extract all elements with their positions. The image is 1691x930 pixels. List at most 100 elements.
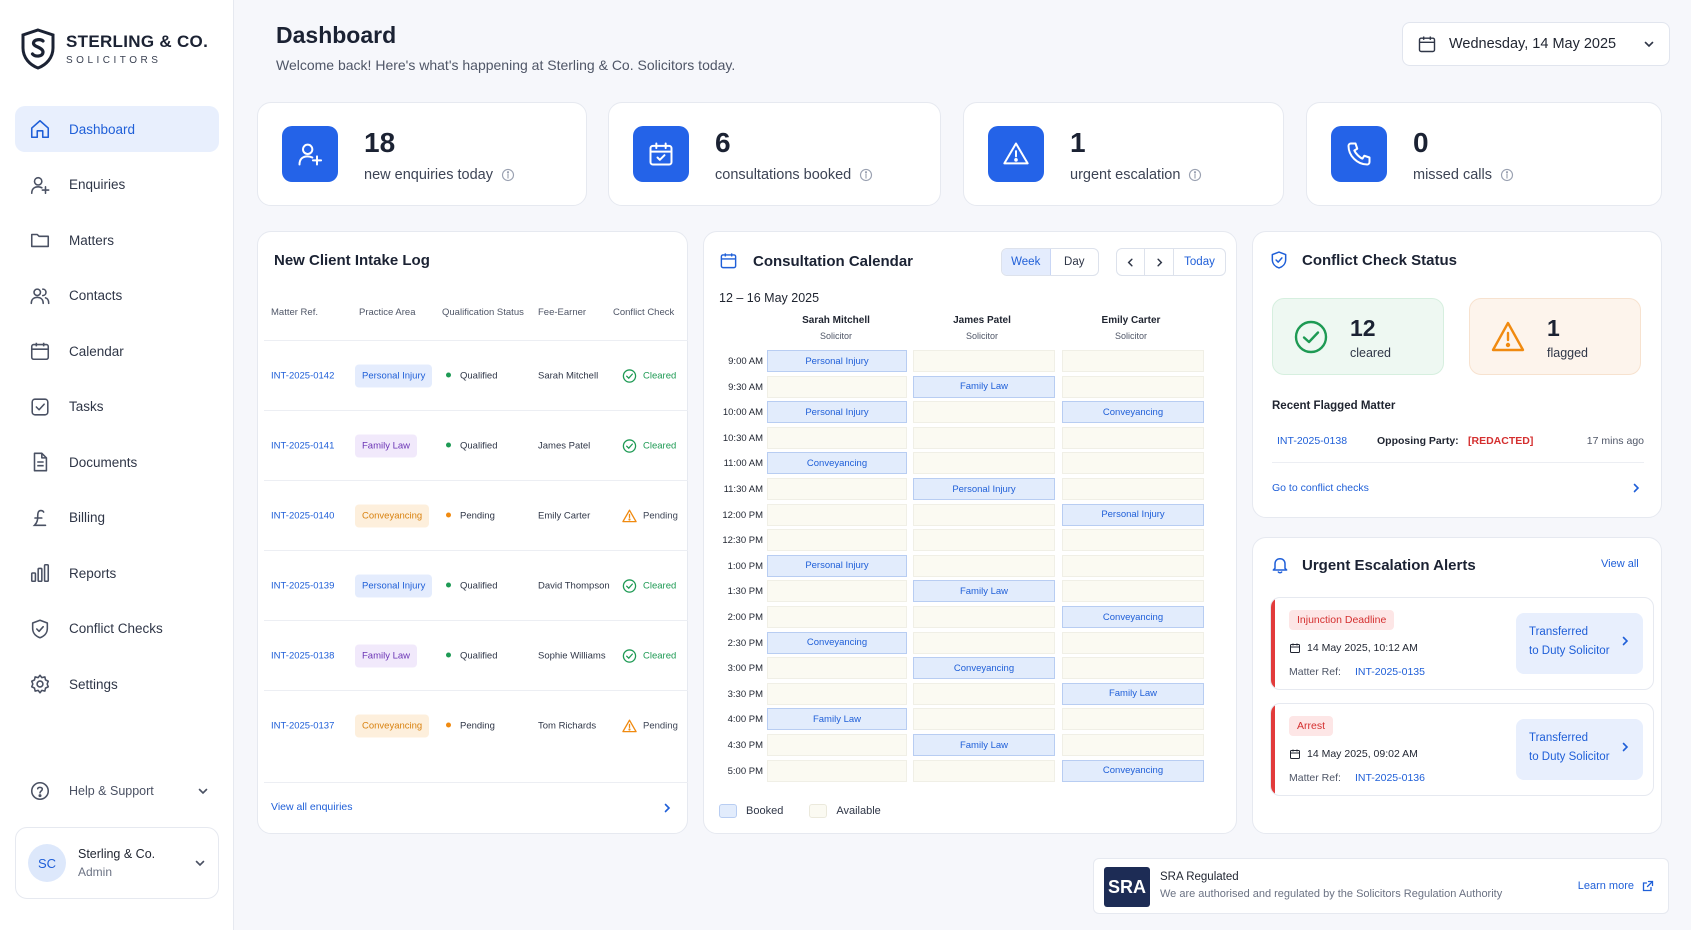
cleared-summary[interactable]: 12 cleared	[1272, 298, 1444, 375]
today-button[interactable]: Today	[1173, 249, 1225, 275]
calendar-booking[interactable]: Conveyancing	[767, 631, 907, 654]
column-header-qualification-status[interactable]: Qualification Status	[442, 307, 524, 318]
calendar-slot-available[interactable]	[913, 452, 1055, 475]
next-week-button[interactable]	[1145, 249, 1173, 275]
matter-ref-link[interactable]: INT-2025-0139	[271, 580, 334, 591]
calendar-slot-available[interactable]	[1062, 426, 1204, 449]
sidebar-item-tasks[interactable]: Tasks	[15, 384, 219, 430]
info-icon[interactable]	[859, 168, 873, 182]
calendar-slot-available[interactable]	[913, 426, 1055, 449]
calendar-slot-available[interactable]	[1062, 631, 1204, 654]
sidebar-item-matters[interactable]: Matters	[15, 217, 219, 263]
calendar-slot-available[interactable]	[767, 529, 907, 552]
help-support-menu[interactable]: Help & Support	[15, 776, 219, 806]
info-icon[interactable]	[1500, 168, 1514, 182]
sidebar-item-contacts[interactable]: Contacts	[15, 273, 219, 319]
calendar-booking[interactable]: Family Law	[1062, 682, 1204, 705]
escalation-alert-item[interactable]: Arrest 14 May 2025, 09:02 AM Matter Ref:…	[1270, 703, 1654, 796]
calendar-slot-available[interactable]	[1062, 708, 1204, 731]
calendar-slot-available[interactable]	[1062, 375, 1204, 398]
calendar-slot-available[interactable]	[913, 529, 1055, 552]
calendar-slot-available[interactable]	[913, 554, 1055, 577]
calendar-slot-available[interactable]	[913, 606, 1055, 628]
calendar-slot-available[interactable]	[913, 350, 1055, 372]
calendar-slot-available[interactable]	[1062, 554, 1204, 577]
sidebar-item-dashboard[interactable]: Dashboard	[15, 106, 219, 152]
table-row[interactable]: INT-2025-0139 Personal Injury Qualified …	[264, 550, 688, 620]
calendar-slot-available[interactable]	[1062, 350, 1204, 372]
escalation-alert-item[interactable]: Injunction Deadline 14 May 2025, 10:12 A…	[1270, 597, 1654, 690]
calendar-slot-available[interactable]	[1062, 734, 1204, 756]
transferred-status-button[interactable]: Transferred to Duty Solicitor	[1516, 613, 1643, 674]
calendar-booking[interactable]: Conveyancing	[1062, 401, 1204, 424]
view-all-enquiries-link[interactable]: View all enquiries	[271, 801, 353, 813]
sidebar-item-conflict-checks[interactable]: Conflict Checks	[15, 606, 219, 652]
calendar-booking[interactable]: Personal Injury	[913, 478, 1055, 500]
calendar-slot-available[interactable]	[1062, 580, 1204, 603]
chevron-right-icon[interactable]	[1630, 482, 1642, 494]
sidebar-item-calendar[interactable]: Calendar	[15, 328, 219, 374]
calendar-slot-available[interactable]	[1062, 657, 1204, 680]
calendar-slot-available[interactable]	[1062, 529, 1204, 552]
stat-card-escalation[interactable]: 1 urgent escalation	[963, 102, 1284, 206]
day-view-button[interactable]: Day	[1051, 249, 1099, 275]
calendar-booking[interactable]: Personal Injury	[767, 401, 907, 424]
column-header-practice-area[interactable]: Practice Area	[359, 307, 416, 318]
go-to-conflict-checks-link[interactable]: Go to conflict checks	[1272, 482, 1369, 494]
date-picker[interactable]: Wednesday, 14 May 2025	[1402, 22, 1670, 66]
week-view-button[interactable]: Week	[1002, 249, 1051, 275]
sidebar-item-enquiries[interactable]: Enquiries	[15, 162, 219, 208]
calendar-slot-available[interactable]	[913, 401, 1055, 424]
calendar-slot-available[interactable]	[767, 478, 907, 500]
view-all-escalations-link[interactable]: View all	[1601, 558, 1639, 570]
flagged-summary[interactable]: 1 flagged	[1469, 298, 1641, 375]
user-account-menu[interactable]: SC Sterling & Co. Admin	[15, 827, 219, 899]
calendar-booking[interactable]: Family Law	[913, 375, 1055, 398]
table-row[interactable]: INT-2025-0138 Family Law Qualified Sophi…	[264, 620, 688, 690]
calendar-slot-available[interactable]	[767, 734, 907, 756]
table-row[interactable]: INT-2025-0142 Personal Injury Qualified …	[264, 340, 688, 410]
matter-ref-link[interactable]: INT-2025-0140	[271, 510, 334, 521]
calendar-slot-available[interactable]	[913, 503, 1055, 526]
previous-week-button[interactable]	[1117, 249, 1145, 275]
calendar-slot-available[interactable]	[913, 682, 1055, 705]
matter-ref-link[interactable]: INT-2025-0137	[271, 720, 334, 731]
table-row[interactable]: INT-2025-0137 Conveyancing Pending Tom R…	[264, 690, 688, 760]
transferred-status-button[interactable]: Transferred to Duty Solicitor	[1516, 719, 1643, 780]
calendar-slot-available[interactable]	[767, 580, 907, 603]
table-row[interactable]: INT-2025-0140 Conveyancing Pending Emily…	[264, 480, 688, 550]
calendar-slot-available[interactable]	[767, 759, 907, 782]
calendar-booking[interactable]: Personal Injury	[1062, 503, 1204, 526]
stat-card-missed-calls[interactable]: 0 missed calls	[1306, 102, 1662, 206]
stat-card-consultations[interactable]: 6 consultations booked	[608, 102, 941, 206]
brand-logo[interactable]: STERLING & CO. SOLICITORS	[20, 28, 208, 70]
table-row[interactable]: INT-2025-0141 Family Law Qualified James…	[264, 410, 688, 480]
calendar-slot-available[interactable]	[1062, 452, 1204, 475]
sidebar-item-documents[interactable]: Documents	[15, 439, 219, 485]
calendar-slot-available[interactable]	[767, 426, 907, 449]
calendar-slot-available[interactable]	[767, 606, 907, 628]
calendar-booking[interactable]: Conveyancing	[913, 657, 1055, 680]
chevron-right-icon[interactable]	[661, 802, 673, 814]
calendar-booking[interactable]: Personal Injury	[767, 554, 907, 577]
column-header-conflict-check[interactable]: Conflict Check	[613, 307, 674, 318]
calendar-booking[interactable]: Conveyancing	[1062, 606, 1204, 628]
calendar-booking[interactable]: Personal Injury	[767, 350, 907, 372]
calendar-slot-available[interactable]	[913, 708, 1055, 731]
matter-ref-link[interactable]: INT-2025-0142	[271, 370, 334, 381]
column-header-matter-ref[interactable]: Matter Ref.	[271, 307, 318, 318]
calendar-slot-available[interactable]	[767, 503, 907, 526]
calendar-booking[interactable]: Conveyancing	[767, 452, 907, 475]
calendar-slot-available[interactable]	[913, 759, 1055, 782]
column-header-fee-earner[interactable]: Fee-Earner	[538, 307, 586, 318]
calendar-slot-available[interactable]	[1062, 478, 1204, 500]
matter-ref-link[interactable]: INT-2025-0138	[271, 650, 334, 661]
sidebar-item-reports[interactable]: Reports	[15, 550, 219, 596]
calendar-slot-available[interactable]	[767, 682, 907, 705]
info-icon[interactable]	[1188, 168, 1202, 182]
sidebar-item-settings[interactable]: Settings	[15, 661, 219, 707]
matter-ref-link[interactable]: INT-2025-0138	[1277, 435, 1347, 447]
sidebar-item-billing[interactable]: Billing	[15, 495, 219, 541]
info-icon[interactable]	[501, 168, 515, 182]
calendar-booking[interactable]: Conveyancing	[1062, 759, 1204, 782]
